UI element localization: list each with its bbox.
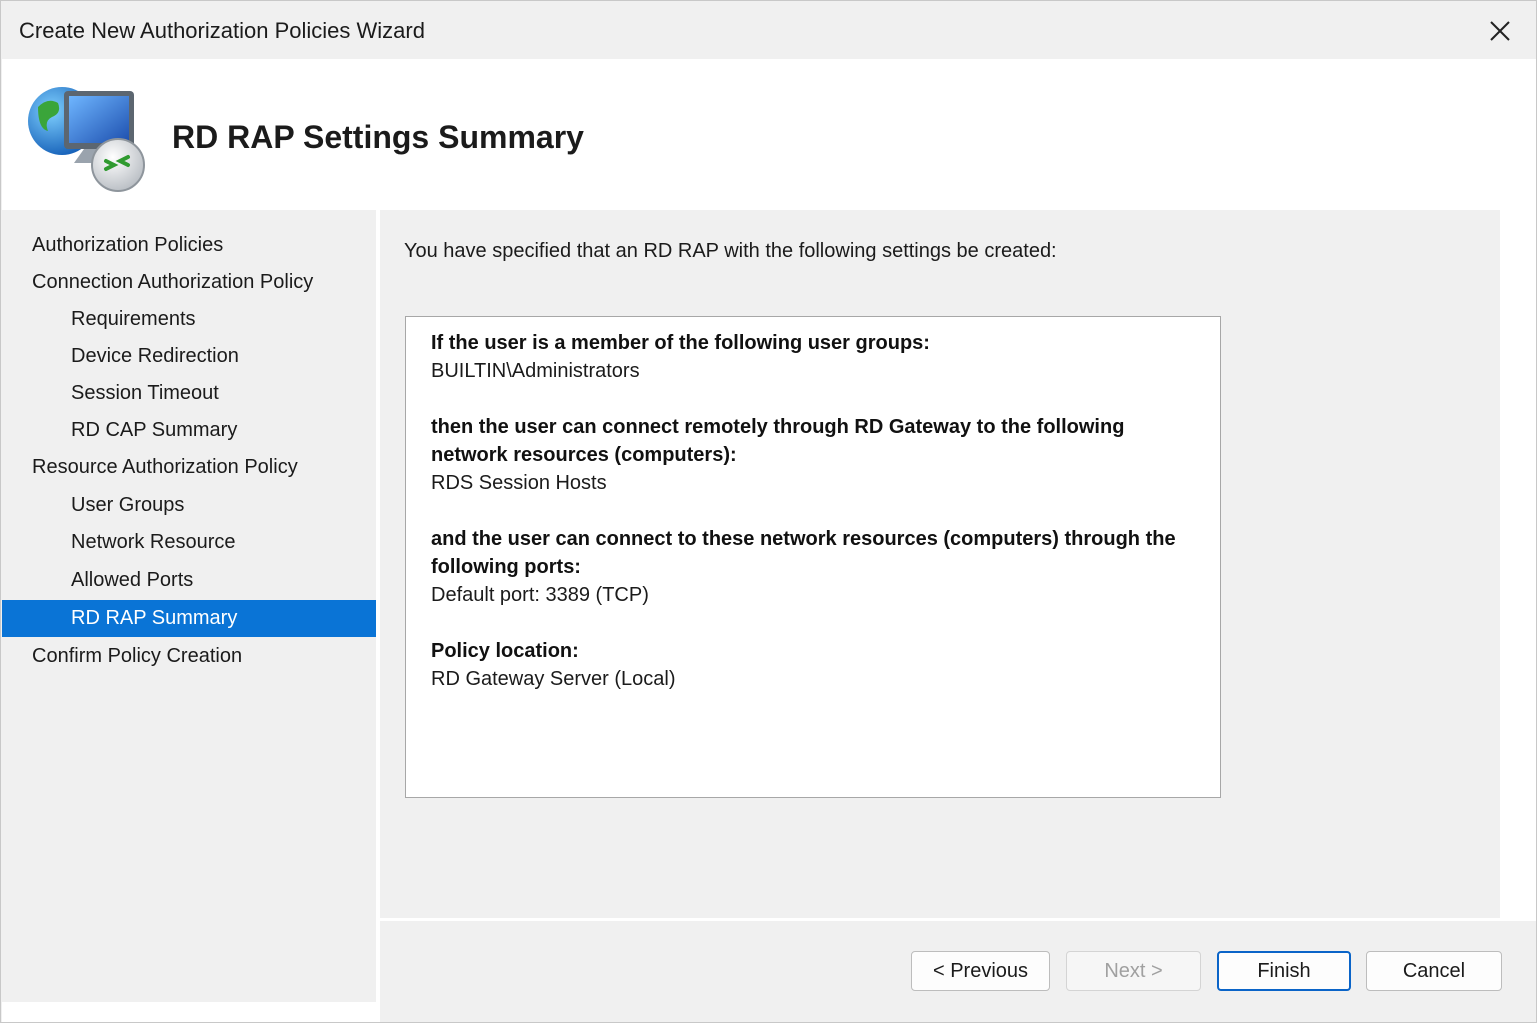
close-icon bbox=[1490, 21, 1510, 41]
next-button[interactable]: Next > bbox=[1066, 951, 1201, 991]
wizard-footer: < Previous Next > Finish Cancel bbox=[380, 921, 1536, 1022]
step-network-resource[interactable]: Network Resource bbox=[2, 524, 376, 561]
user-groups-value: BUILTIN\Administrators bbox=[431, 360, 640, 382]
ports-value: Default port: 3389 (TCP) bbox=[431, 584, 649, 606]
step-rd-cap-summary[interactable]: RD CAP Summary bbox=[2, 412, 376, 449]
step-confirm-policy-creation[interactable]: Confirm Policy Creation bbox=[2, 638, 376, 675]
finish-button[interactable]: Finish bbox=[1217, 951, 1351, 991]
network-resources-value: RDS Session Hosts bbox=[431, 472, 607, 494]
policy-location-heading: Policy location: bbox=[431, 640, 579, 662]
remote-desktop-gateway-icon bbox=[28, 87, 145, 192]
sidebar-bottom-strip bbox=[2, 1002, 380, 1022]
step-resource-authorization-policy[interactable]: Resource Authorization Policy bbox=[2, 449, 376, 486]
intro-text: You have specified that an RD RAP with t… bbox=[404, 240, 1057, 262]
cancel-button[interactable]: Cancel bbox=[1366, 951, 1502, 991]
page-title: RD RAP Settings Summary bbox=[172, 119, 584, 155]
wizard-window: Create New Authorization Policies Wizard bbox=[0, 0, 1537, 1023]
step-connection-authorization-policy[interactable]: Connection Authorization Policy bbox=[2, 264, 376, 301]
step-device-redirection[interactable]: Device Redirection bbox=[2, 338, 376, 375]
wizard-header: RD RAP Settings Summary bbox=[2, 59, 1536, 210]
right-edge-strip bbox=[1500, 210, 1536, 918]
close-button[interactable] bbox=[1482, 13, 1518, 49]
window-title: Create New Authorization Policies Wizard bbox=[19, 18, 425, 43]
content-pane: You have specified that an RD RAP with t… bbox=[380, 210, 1500, 918]
step-session-timeout[interactable]: Session Timeout bbox=[2, 375, 376, 412]
step-requirements[interactable]: Requirements bbox=[2, 301, 376, 338]
wizard-steps-sidebar: Authorization Policies Connection Author… bbox=[2, 210, 376, 1002]
ports-heading: and the user can connect to these networ… bbox=[431, 528, 1176, 578]
step-user-groups[interactable]: User Groups bbox=[2, 487, 376, 524]
user-groups-heading: If the user is a member of the following… bbox=[431, 332, 930, 354]
title-bar: Create New Authorization Policies Wizard bbox=[1, 1, 1536, 59]
step-rd-rap-summary[interactable]: RD RAP Summary bbox=[2, 600, 376, 637]
policy-location-value: RD Gateway Server (Local) bbox=[431, 668, 676, 690]
network-resources-heading: then the user can connect remotely throu… bbox=[431, 416, 1125, 466]
settings-summary-box: If the user is a member of the following… bbox=[405, 316, 1221, 798]
step-authorization-policies[interactable]: Authorization Policies bbox=[2, 227, 376, 264]
step-allowed-ports[interactable]: Allowed Ports bbox=[2, 562, 376, 599]
previous-button[interactable]: < Previous bbox=[911, 951, 1050, 991]
